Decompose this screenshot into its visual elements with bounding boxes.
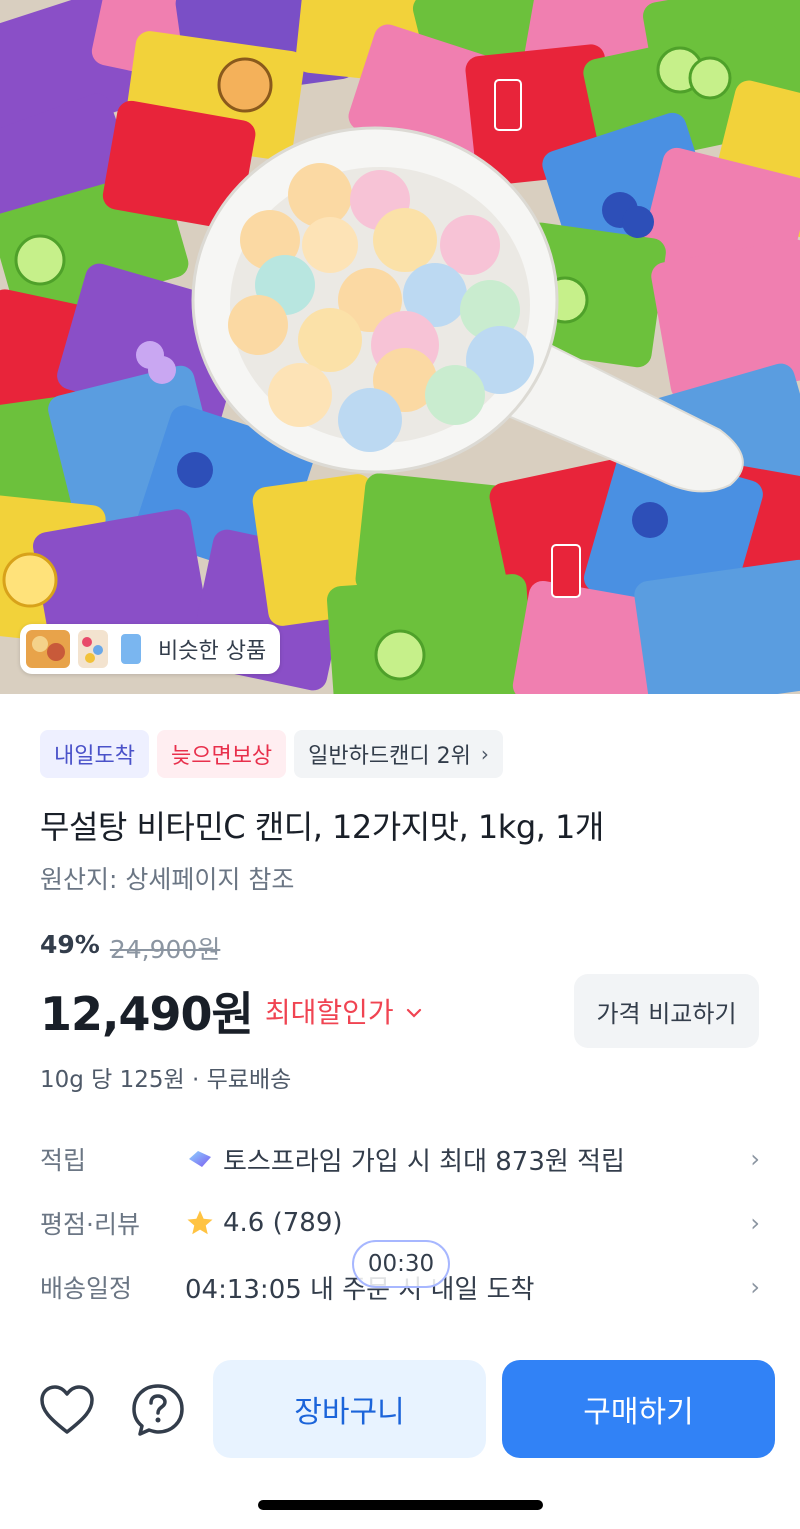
price-row: 12,490원 최대할인가 bbox=[40, 978, 422, 1044]
product-title: 무설탕 비타민C 캔디, 12가지맛, 1kg, 1개 bbox=[40, 808, 604, 846]
discount-rate: 49% bbox=[40, 930, 100, 959]
add-to-cart-button[interactable]: 장바구니 bbox=[213, 1360, 486, 1458]
home-indicator bbox=[258, 1500, 543, 1510]
points-text: 토스프라임 가입 시 최대 873원 적립 bbox=[223, 1146, 625, 1177]
points-row[interactable]: 적립 토스프라임 가입 시 최대 873원 적립 › bbox=[40, 1139, 760, 1179]
question-icon bbox=[132, 1384, 184, 1436]
product-image[interactable]: 비슷한 상품 bbox=[0, 0, 800, 694]
product-origin: 원산지: 상세페이지 참조 bbox=[40, 865, 295, 894]
similar-products-button[interactable]: 비슷한 상품 bbox=[20, 624, 281, 674]
chevron-right-icon: › bbox=[750, 1273, 760, 1301]
inquiry-button[interactable] bbox=[128, 1380, 188, 1440]
badge-arrive-tomorrow: 내일도착 bbox=[40, 730, 149, 778]
similar-thumb-2 bbox=[78, 630, 108, 668]
original-price: 24,900원 bbox=[109, 935, 221, 964]
rating-value: 4.6 (789) bbox=[185, 1208, 343, 1238]
unit-price-shipping: 10g 당 125원 · 무료배송 bbox=[40, 1067, 292, 1093]
badge-rank-label: 일반하드캔디 2위 bbox=[308, 744, 471, 769]
wishlist-button[interactable] bbox=[37, 1380, 97, 1440]
max-discount-label: 최대할인가 bbox=[264, 996, 394, 1029]
toss-prime-icon bbox=[189, 1151, 211, 1167]
discount-row: 49% 24,900원 bbox=[40, 930, 220, 966]
buy-now-button[interactable]: 구매하기 bbox=[502, 1360, 775, 1458]
max-discount-toggle[interactable]: 최대할인가 bbox=[265, 991, 422, 1031]
badge-row: 내일도착 늦으면보상 일반하드캔디 2위 › bbox=[40, 730, 503, 778]
badge-late-reward: 늦으면보상 bbox=[156, 730, 287, 778]
rating-key: 평점·리뷰 bbox=[40, 1210, 140, 1239]
candy-photo bbox=[0, 0, 800, 694]
similar-products-label: 비슷한 상품 bbox=[158, 639, 267, 664]
sale-price: 12,490원 bbox=[40, 987, 254, 1041]
badge-category-rank[interactable]: 일반하드캔디 2위 › bbox=[294, 730, 503, 778]
rating-review-row[interactable]: 평점·리뷰 4.6 (789) › bbox=[40, 1203, 760, 1243]
similar-thumb-3 bbox=[116, 630, 146, 668]
chevron-right-icon: › bbox=[750, 1209, 760, 1237]
delivery-key: 배송일정 bbox=[40, 1274, 133, 1303]
points-value: 토스프라임 가입 시 최대 873원 적립 bbox=[185, 1141, 625, 1178]
price-compare-button[interactable]: 가격 비교하기 bbox=[574, 974, 759, 1048]
star-icon bbox=[187, 1210, 213, 1235]
heart-icon bbox=[40, 1385, 94, 1434]
chevron-down-icon bbox=[406, 999, 422, 1023]
similar-thumb-1 bbox=[26, 630, 70, 668]
chevron-right-icon: › bbox=[480, 742, 489, 766]
countdown-timer-badge: 00:30 bbox=[352, 1240, 450, 1288]
chevron-right-icon: › bbox=[750, 1145, 760, 1173]
points-key: 적립 bbox=[40, 1146, 87, 1175]
rating-text: 4.6 (789) bbox=[223, 1208, 343, 1238]
bottom-action-bar: 장바구니 구매하기 bbox=[0, 1358, 800, 1468]
